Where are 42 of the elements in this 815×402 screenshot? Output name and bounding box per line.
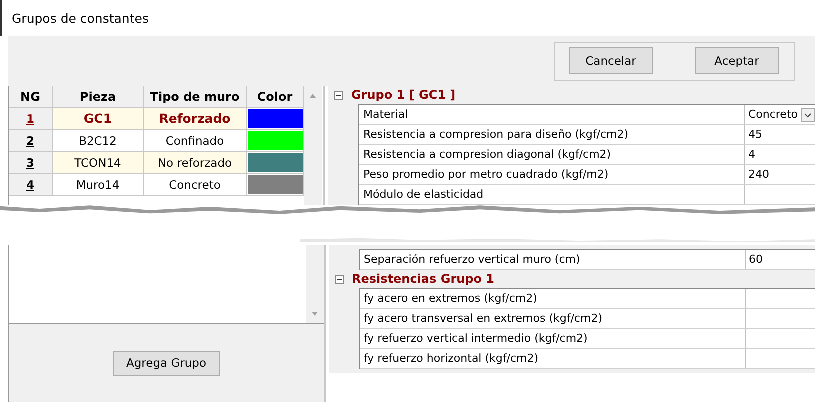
table-cell: Concreto	[144, 174, 247, 196]
collapse-icon[interactable]	[334, 90, 344, 100]
property-label: fy acero transversal en extremos (kgf/cm2)	[360, 309, 746, 328]
property-label: Peso promedio por metro cuadrado (kgf/m2)	[359, 165, 746, 184]
property-label: fy refuerzo vertical intermedio (kgf/cm2)	[360, 329, 746, 348]
table-cell: Muro14	[53, 174, 144, 196]
row-number[interactable]: 4	[9, 174, 53, 196]
table-cell: Reforzado	[144, 108, 247, 130]
group-title: Resistencias Grupo 1	[352, 272, 495, 286]
property-value[interactable]: Concreto	[748, 108, 798, 121]
window-title: Grupos de constantes	[12, 10, 149, 26]
property-label: Separación refuerzo vertical muro (cm)	[360, 250, 746, 269]
row-number[interactable]: 3	[9, 152, 53, 174]
color-swatch[interactable]	[248, 153, 303, 172]
collapse-icon[interactable]	[335, 274, 344, 284]
dropdown-icon[interactable]	[801, 108, 815, 122]
property-label: Material	[359, 105, 746, 124]
column-header[interactable]: Tipo de muro	[144, 86, 247, 108]
table-cell: GC1	[53, 108, 144, 130]
property-label: Módulo de elasticidad	[359, 185, 746, 204]
column-header[interactable]: Pieza	[53, 86, 144, 108]
column-header[interactable]: NG	[9, 86, 53, 108]
property-label: Resistencia a compresion para diseño (kgf/cm2)	[359, 125, 746, 144]
accept-button[interactable]: Aceptar	[695, 47, 779, 74]
property-label: Resistencia a compresion diagonal (kgf/cm2)	[359, 145, 746, 164]
row-number[interactable]: 2	[9, 130, 53, 152]
group-title: Grupo 1 [ GC1 ]	[351, 88, 456, 102]
property-value[interactable]: 4	[748, 148, 756, 161]
property-label: fy acero en extremos (kgf/cm2)	[360, 289, 746, 308]
property-value[interactable]: 240	[748, 168, 770, 181]
color-swatch[interactable]	[248, 131, 303, 150]
cancel-button[interactable]: Cancelar	[569, 47, 653, 74]
property-value[interactable]: 60	[749, 253, 763, 266]
add-group-button[interactable]: Agrega Grupo	[113, 350, 220, 376]
column-header[interactable]: Color	[247, 86, 304, 108]
row-number[interactable]: 1	[9, 108, 53, 130]
color-swatch[interactable]	[248, 175, 303, 194]
color-swatch[interactable]	[248, 109, 303, 128]
table-cell: No reforzado	[144, 152, 247, 174]
property-label: fy refuerzo horizontal (kgf/cm2)	[360, 349, 746, 368]
property-value[interactable]: 45	[748, 128, 762, 141]
table-cell: TCON14	[53, 152, 144, 174]
